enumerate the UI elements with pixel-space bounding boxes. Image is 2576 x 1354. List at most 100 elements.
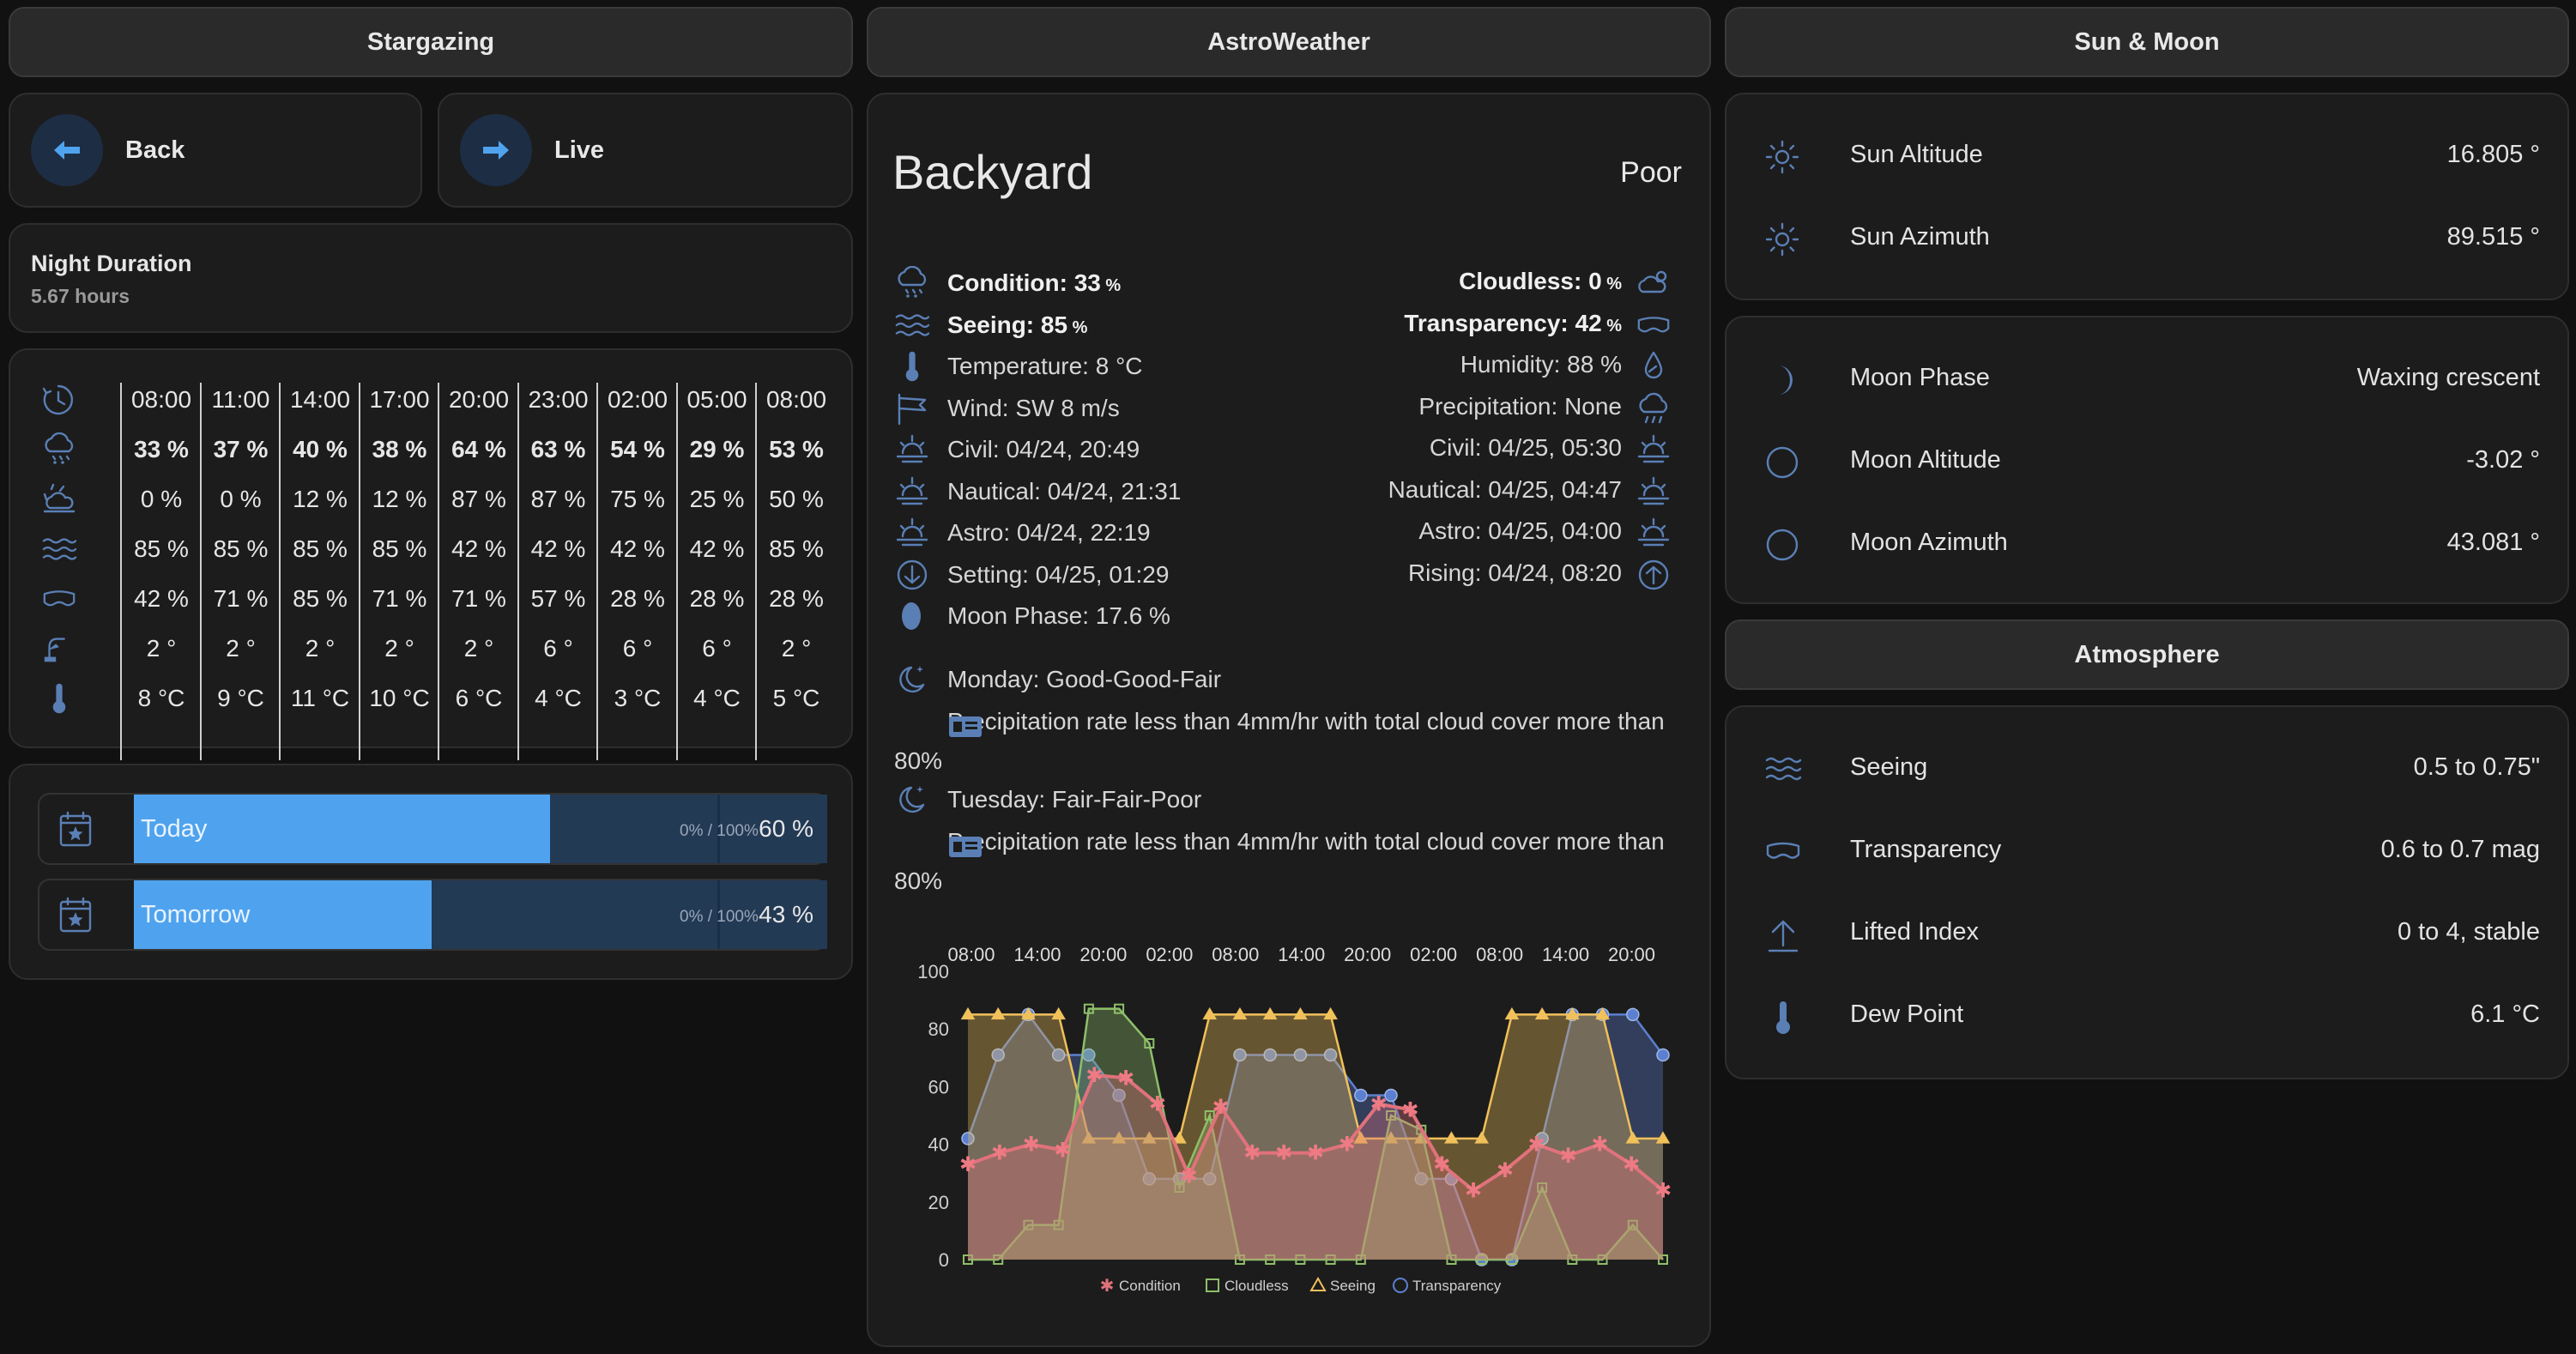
unit: % — [1067, 317, 1088, 337]
point-condition: ✱ — [1023, 1133, 1040, 1157]
moon-phase-row[interactable]: Moon Phase Waxing crescent — [1726, 345, 2567, 414]
forecast-cell-condition: 64 % — [451, 436, 506, 462]
forecast-column: 02:00 54 % 75 % 42 % 28 % 6 ° 3 °C — [596, 383, 668, 760]
forecast-cell-times: 23:00 — [528, 386, 589, 413]
night-duration-value: 5.67 hours — [31, 285, 130, 307]
astroweather-header[interactable]: AstroWeather — [867, 7, 1711, 77]
forecast-column: 20:00 64 % 87 % 42 % 71 % 2 ° 6 °C — [438, 383, 509, 760]
moon-azimuth-row[interactable]: Moon Azimuth 43.081 ° — [1726, 510, 2567, 578]
legend-label: Condition — [1119, 1278, 1181, 1294]
point-condition: ✱ — [1117, 1067, 1134, 1090]
astro-right-line: Cloudless: 0 % — [1459, 268, 1622, 295]
astroweather-card[interactable]: Backyard Poor Condition: 33 % Seeing: 85 … — [867, 93, 1711, 1347]
y-tick-label: 80 — [928, 1019, 949, 1040]
forecast-cell-lifted: 6 ° — [702, 635, 732, 662]
tomorrow-progress[interactable]: Tomorrow 0% / 100% 43 % — [38, 879, 827, 951]
forecast-cell-temperature: 4 °C — [535, 685, 582, 711]
seeing-row[interactable]: Seeing 0.5 to 0.75" — [1726, 734, 2567, 803]
sun-moon-header[interactable]: Sun & Moon — [1725, 7, 2569, 77]
astroweather-title: AstroWeather — [1207, 27, 1370, 56]
forecast-column: 23:00 63 % 87 % 42 % 57 % 6 ° 4 °C — [517, 383, 589, 760]
forecast-cell-seeing: 85 % — [769, 535, 824, 562]
point-condition: ✱ — [1149, 1093, 1166, 1116]
progress-track: Tomorrow 0% / 100% — [134, 880, 827, 949]
point-condition: ✱ — [1085, 1064, 1103, 1087]
moon-altitude-row[interactable]: Moon Altitude -3.02 ° — [1726, 427, 2567, 496]
astro-left-line: Condition: 33 % — [947, 269, 1121, 297]
forecast-cell-temperature: 10 °C — [369, 685, 430, 711]
forecast-cell-seeing: 42 % — [689, 535, 745, 562]
astro-right-text: Civil: 04/25, 05:30 — [1429, 434, 1622, 461]
forecast-cell-transparency: 42 % — [134, 585, 189, 612]
night-duration-card[interactable]: Night Duration 5.67 hours — [9, 223, 853, 333]
forecast-cell-times: 14:00 — [289, 386, 351, 413]
legend-marker — [1309, 1276, 1327, 1291]
forecast-cell-temperature: 9 °C — [217, 685, 264, 711]
atmosphere-header[interactable]: Atmosphere — [1725, 620, 2569, 690]
legend-label: Seeing — [1330, 1278, 1376, 1294]
forecast-column: 08:00 53 % 50 % 85 % 28 % 2 ° 5 °C — [755, 383, 826, 760]
astro-right-line: Astro: 04/25, 04:00 — [1418, 517, 1622, 545]
forecast-column: 17:00 38 % 12 % 85 % 71 % 2 ° 10 °C — [358, 383, 430, 760]
astro-right-text: Astro: 04/25, 04:00 — [1418, 517, 1622, 544]
dew-point-row[interactable]: Dew Point 6.1 °C — [1726, 982, 2567, 1050]
progress-range: 0% / 100% — [680, 908, 759, 926]
today-progress[interactable]: Today 0% / 100% 60 % — [38, 793, 827, 865]
back-button[interactable]: Back — [9, 93, 422, 208]
legend-item[interactable]: ✱ Condition — [1100, 1277, 1181, 1296]
astro-left-text: Setting: 04/25, 01:29 — [947, 560, 1170, 588]
transparency-row[interactable]: Transparency 0.6 to 0.7 mag — [1726, 817, 2567, 886]
seeing-label: Seeing — [1850, 753, 1928, 781]
astro-left-line: Nautical: 04/24, 21:31 — [947, 478, 1181, 505]
astro-left-text: Wind: SW 8 m/s — [947, 394, 1120, 421]
astro-left-line: Civil: 04/24, 20:49 — [947, 436, 1140, 463]
point-condition: ✱ — [1307, 1142, 1324, 1165]
forecast-cell-times: 05:00 — [686, 386, 747, 413]
moon-card: Moon Phase Waxing crescent Moon Altitude… — [1725, 316, 2569, 604]
legend-item[interactable]: Cloudless — [1206, 1278, 1289, 1294]
progress-label: Tomorrow — [141, 901, 251, 928]
point-condition: ✱ — [991, 1142, 1008, 1165]
forecast-cell-transparency: 71 % — [451, 585, 506, 612]
forecast-cell-condition: 37 % — [213, 436, 269, 462]
point-condition: ✱ — [1528, 1133, 1545, 1157]
forecast-cell-condition: 38 % — [372, 436, 427, 462]
sun-altitude-row[interactable]: Sun Altitude 16.805 ° — [1726, 122, 2567, 190]
thermometer-icon — [894, 349, 930, 388]
moon-phase-icon — [894, 599, 930, 638]
point-condition: ✱ — [1497, 1159, 1514, 1182]
astro-left-text: Moon Phase: 17.6 % — [947, 602, 1170, 629]
stargazing-header[interactable]: Stargazing — [9, 7, 853, 77]
moon-azimuth-label: Moon Azimuth — [1850, 529, 2008, 556]
live-button[interactable]: Live — [438, 93, 853, 208]
x-tick-label: 02:00 — [1146, 944, 1193, 965]
clock-history-icon — [41, 383, 76, 417]
sun-azimuth-row[interactable]: Sun Azimuth 89.515 ° — [1726, 204, 2567, 273]
forecast-cell-temperature: 3 °C — [614, 685, 662, 711]
forecast-cell-times: 02:00 — [607, 386, 668, 413]
forecast-cell-lifted: 2 ° — [305, 635, 336, 662]
astro-right-line: Transparency: 42 % — [1404, 310, 1622, 337]
forecast-cell-transparency: 28 % — [689, 585, 745, 612]
legend-label: Transparency — [1412, 1278, 1502, 1294]
forecast-column: 08:00 33 % 0 % 85 % 42 % 2 ° 8 °C — [120, 383, 191, 760]
forecast-cell-cloudless: 87 % — [451, 486, 506, 512]
legend-item[interactable]: Seeing — [1309, 1276, 1376, 1294]
forecast-cell-seeing: 85 % — [293, 535, 348, 562]
cloud-snow-icon — [41, 432, 77, 467]
sunset-icon — [1636, 516, 1672, 554]
legend-label: Cloudless — [1225, 1278, 1289, 1294]
legend-item[interactable]: Transparency — [1393, 1278, 1502, 1294]
drop-icon — [1636, 349, 1672, 388]
atmosphere-card: Seeing 0.5 to 0.75" Transparency 0.6 to … — [1725, 705, 2569, 1079]
lifted-index-row[interactable]: Lifted Index 0 to 4, stable — [1726, 899, 2567, 968]
astro-left-text: Condition: 33 — [947, 269, 1101, 296]
astro-left-line: Temperature: 8 °C — [947, 353, 1143, 380]
forecast-cell-seeing: 85 % — [134, 535, 189, 562]
forecast-cell-times: 11:00 — [211, 386, 270, 413]
back-label: Back — [125, 136, 185, 164]
astro-right-text: Precipitation: None — [1418, 392, 1622, 420]
waves-icon — [41, 532, 77, 566]
daily-progress-card: Today 0% / 100% 60 % Tomorrow 0% / 100% … — [9, 764, 853, 980]
sun-moon-title: Sun & Moon — [2074, 27, 2220, 56]
